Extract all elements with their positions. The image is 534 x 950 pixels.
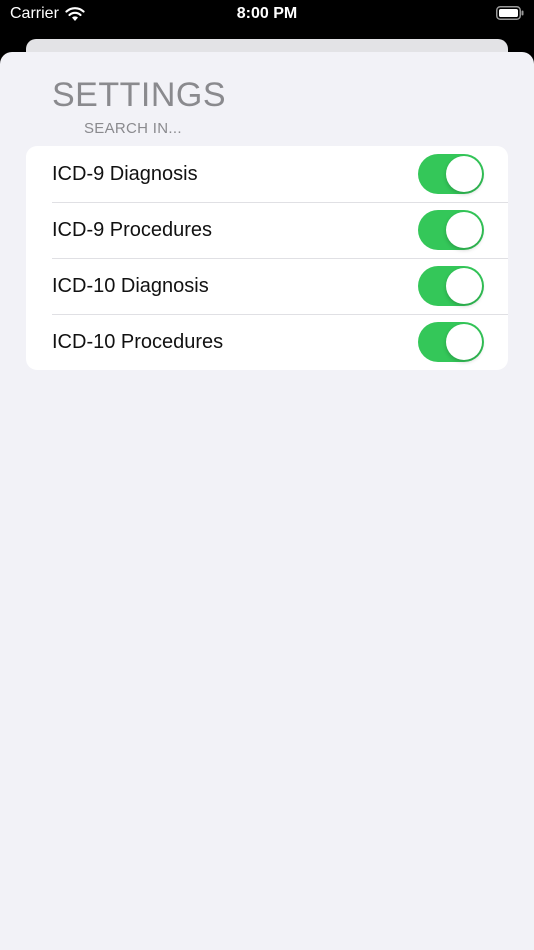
icd9-diagnosis-toggle[interactable] [418, 154, 484, 194]
status-time: 8:00 PM [236, 5, 298, 22]
page-title: SETTINGS [52, 76, 227, 114]
icd10-diagnosis-toggle[interactable] [418, 266, 484, 306]
battery-icon [496, 6, 524, 20]
settings-sheet: SETTINGS SEARCH IN... ICD-9 Diagnosis IC… [0, 52, 534, 950]
settings-row-icd10-diagnosis: ICD-10 Diagnosis [26, 258, 508, 314]
toggle-knob [446, 156, 482, 192]
status-bar: Carrier 8:00 PM [0, 0, 534, 30]
toggle-knob [446, 324, 482, 360]
row-label: ICD-10 Diagnosis [52, 274, 209, 297]
settings-row-icd9-procedures: ICD-9 Procedures [26, 202, 508, 258]
section-header: SEARCH IN... [84, 120, 182, 137]
toggle-knob [446, 212, 482, 248]
icd10-procedures-toggle[interactable] [418, 322, 484, 362]
toggle-knob [446, 268, 482, 304]
settings-row-icd9-diagnosis: ICD-9 Diagnosis [26, 146, 508, 202]
icd9-procedures-toggle[interactable] [418, 210, 484, 250]
row-label: ICD-9 Diagnosis [52, 162, 198, 185]
settings-row-icd10-procedures: ICD-10 Procedures [26, 314, 508, 370]
app-screen: Carrier 8:00 PM SETTINGS SEARCH IN... IC… [0, 0, 534, 950]
row-label: ICD-9 Procedures [52, 218, 213, 241]
row-label: ICD-10 Procedures [52, 330, 224, 353]
settings-group: ICD-9 Diagnosis ICD-9 Procedures ICD-10 … [26, 146, 508, 370]
